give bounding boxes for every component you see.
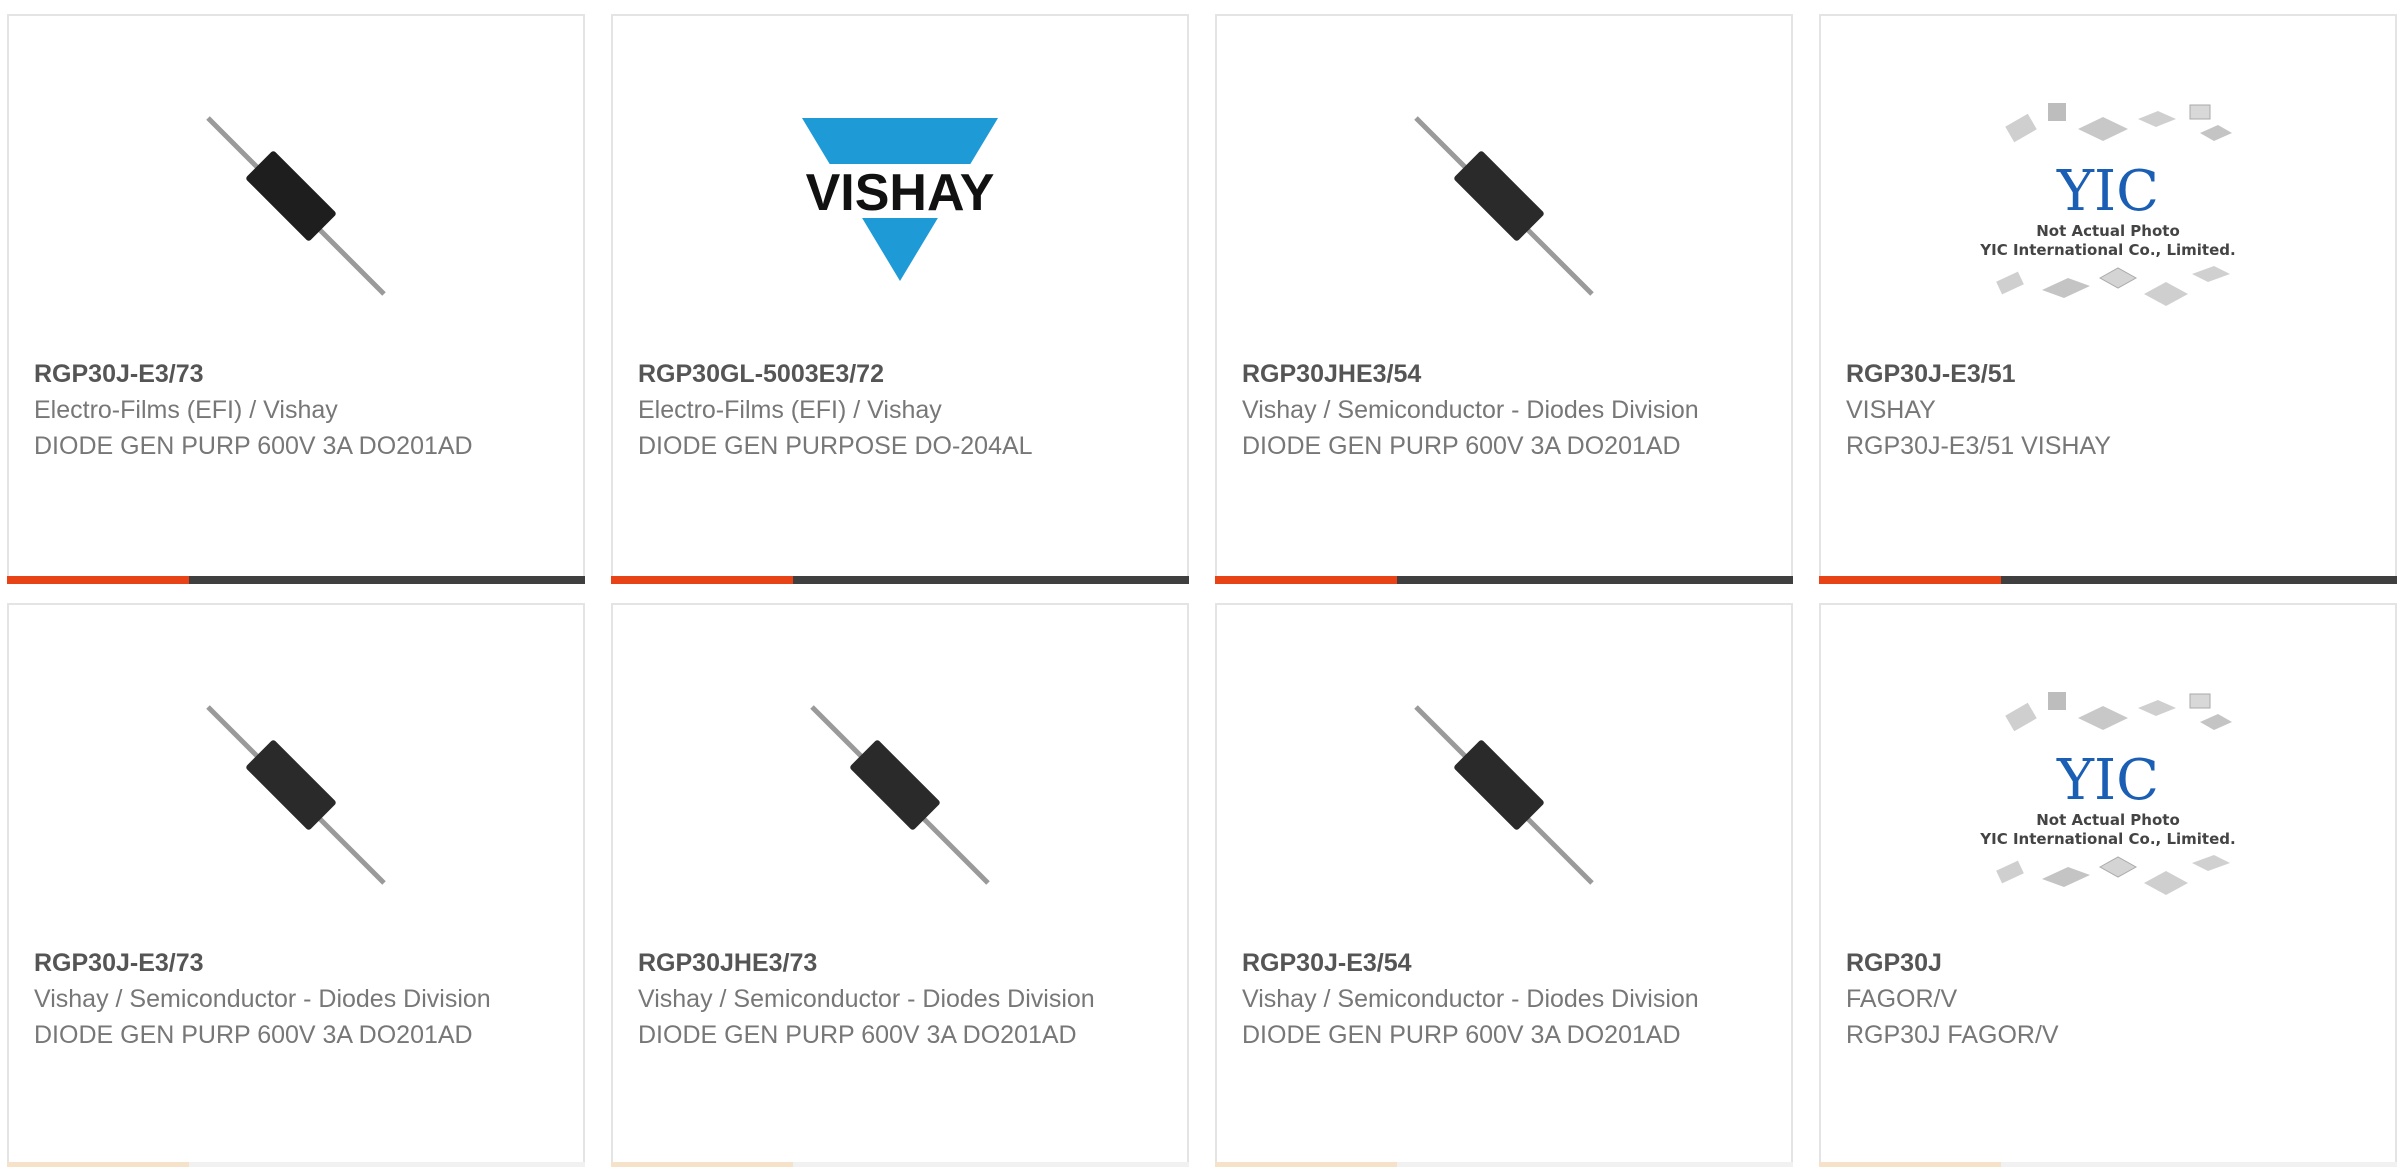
placeholder-line1: Not Actual Photo	[2036, 811, 2180, 829]
description: DIODE GEN PURP 600V 3A DO201AD	[34, 432, 473, 460]
manufacturer: Vishay / Semiconductor - Diodes Division	[638, 985, 1095, 1013]
card-bar-accent	[1819, 1162, 2001, 1167]
card-bar-accent	[1215, 576, 1397, 584]
description: DIODE GEN PURP 600V 3A DO201AD	[638, 1021, 1077, 1049]
description: DIODE GEN PURPOSE DO-204AL	[638, 432, 1033, 460]
part-number[interactable]: RGP30J-E3/73	[34, 945, 558, 981]
card-bar	[1215, 576, 1793, 584]
vishay-logo: VISHAY	[780, 86, 1020, 326]
product-card[interactable]: YIC Not Actual Photo YIC International C…	[1819, 603, 2397, 1167]
product-card[interactable]: RGP30J-E3/73 Vishay / Semiconductor - Di…	[7, 603, 585, 1167]
product-card[interactable]: VISHAY RGP30GL-5003E3/72 Electro-Films (…	[611, 14, 1189, 584]
placeholder-line2: YIC International Co., Limited.	[1980, 241, 2236, 259]
card-bar	[1819, 1162, 2397, 1167]
product-card[interactable]: RGP30JHE3/54 Vishay / Semiconductor - Di…	[1215, 14, 1793, 584]
description: RGP30J FAGOR/V	[1846, 1021, 2059, 1049]
manufacturer: Vishay / Semiconductor - Diodes Division	[1242, 985, 1699, 1013]
part-number[interactable]: RGP30J-E3/51	[1846, 356, 2370, 392]
card-bar-accent	[1215, 1162, 1397, 1167]
description: DIODE GEN PURP 600V 3A DO201AD	[1242, 1021, 1681, 1049]
yic-logo: YIC	[2057, 748, 2159, 813]
diode-image	[1384, 86, 1624, 326]
placeholder-line2: YIC International Co., Limited.	[1980, 830, 2236, 848]
part-number[interactable]: RGP30GL-5003E3/72	[638, 356, 1162, 392]
description: RGP30J-E3/51 VISHAY	[1846, 432, 2111, 460]
description: DIODE GEN PURP 600V 3A DO201AD	[1242, 432, 1681, 460]
part-number[interactable]: RGP30JHE3/54	[1242, 356, 1766, 392]
card-bar-accent	[7, 576, 189, 584]
card-bar-accent	[611, 576, 793, 584]
card-bar-accent	[7, 1162, 189, 1167]
card-bar	[7, 576, 585, 584]
part-number[interactable]: RGP30J	[1846, 945, 2370, 981]
manufacturer: Vishay / Semiconductor - Diodes Division	[1242, 396, 1699, 424]
diode-image	[176, 675, 416, 915]
part-number[interactable]: RGP30J-E3/54	[1242, 945, 1766, 981]
chip-icons	[1996, 266, 2230, 306]
product-grid: RGP30J-E3/73 Electro-Films (EFI) / Visha…	[0, 0, 2400, 1167]
card-bar	[1215, 1162, 1793, 1167]
yic-logo: YIC	[2057, 159, 2159, 224]
manufacturer: Electro-Films (EFI) / Vishay	[638, 396, 942, 424]
manufacturer: FAGOR/V	[1846, 985, 1958, 1013]
chip-icons	[1996, 855, 2230, 895]
manufacturer: Vishay / Semiconductor - Diodes Division	[34, 985, 491, 1013]
product-card[interactable]: RGP30JHE3/73 Vishay / Semiconductor - Di…	[611, 603, 1189, 1167]
chip-icons	[2005, 103, 2232, 143]
card-bar	[611, 576, 1189, 584]
yic-placeholder-image: YIC Not Actual Photo YIC International C…	[1980, 675, 2236, 915]
card-bar	[1819, 576, 2397, 584]
product-card[interactable]: RGP30J-E3/73 Electro-Films (EFI) / Visha…	[7, 14, 585, 584]
product-card[interactable]: RGP30J-E3/54 Vishay / Semiconductor - Di…	[1215, 603, 1793, 1167]
description: DIODE GEN PURP 600V 3A DO201AD	[34, 1021, 473, 1049]
card-bar	[7, 1162, 585, 1167]
manufacturer: Electro-Films (EFI) / Vishay	[34, 396, 338, 424]
card-bar	[611, 1162, 1189, 1167]
yic-placeholder-image: YIC Not Actual Photo YIC International C…	[1980, 86, 2236, 326]
product-card[interactable]: YIC Not Actual Photo YIC International C…	[1819, 14, 2397, 584]
placeholder-line1: Not Actual Photo	[2036, 222, 2180, 240]
diode-image	[176, 86, 416, 326]
diode-image	[780, 675, 1020, 915]
diode-image	[1384, 675, 1624, 915]
card-bar-accent	[1819, 576, 2001, 584]
card-bar-accent	[611, 1162, 793, 1167]
vishay-logo-text: VISHAY	[806, 164, 995, 222]
manufacturer: VISHAY	[1846, 396, 1936, 424]
part-number[interactable]: RGP30J-E3/73	[34, 356, 558, 392]
chip-icons	[2005, 692, 2232, 732]
part-number[interactable]: RGP30JHE3/73	[638, 945, 1162, 981]
